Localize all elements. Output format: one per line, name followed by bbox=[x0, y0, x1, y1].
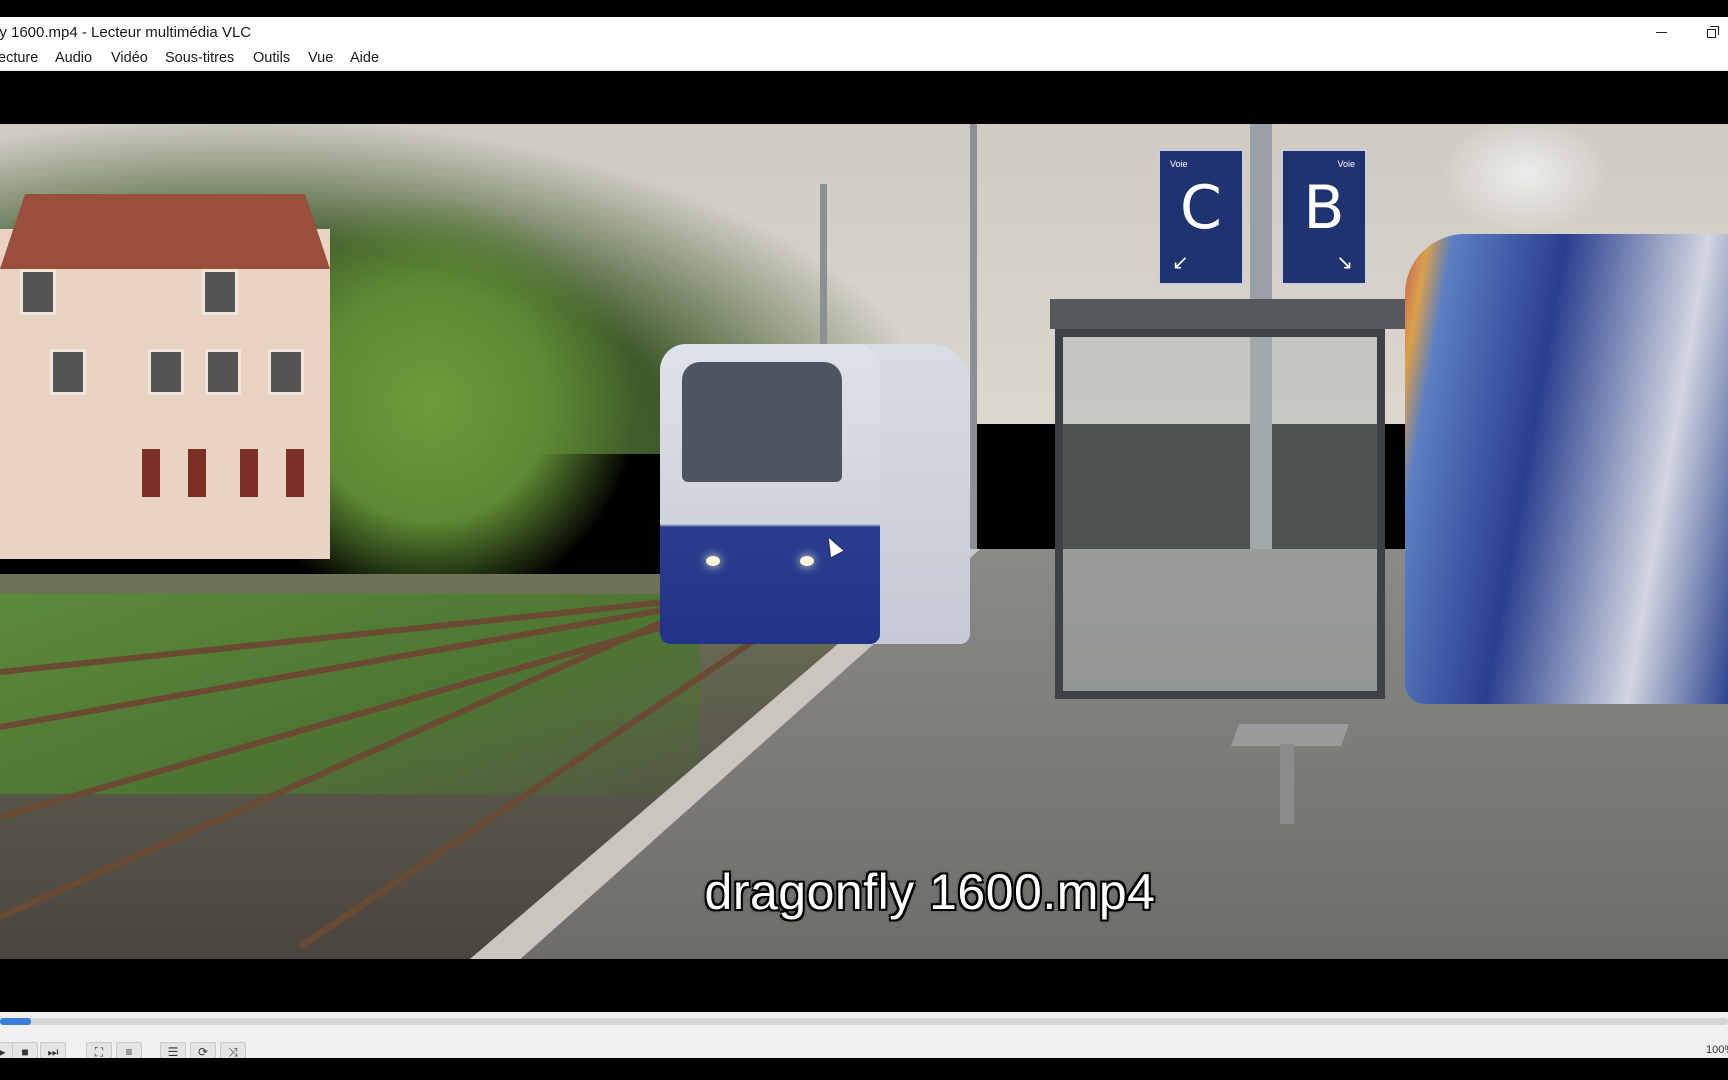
platform-sign-c: Voie C ↙ bbox=[1158, 149, 1244, 285]
shuffle-button[interactable]: ⤨ bbox=[220, 1042, 246, 1058]
arrow-down-left-icon: ↙ bbox=[1172, 252, 1189, 274]
loop-icon: ⟳ bbox=[197, 1045, 209, 1058]
video-area[interactable]: Voie C ↙ Voie B ↘ dragonfly 1600.mp4 bbox=[0, 71, 1728, 1012]
play-icon: ▶ bbox=[0, 1045, 6, 1058]
menu-view[interactable]: Vue bbox=[306, 50, 335, 66]
title-bar: ly 1600.mp4 - Lecteur multimédia VLC bbox=[0, 17, 1728, 47]
menu-subtitles[interactable]: Sous-titres bbox=[163, 50, 236, 66]
fullscreen-icon: ⛶ bbox=[94, 1045, 104, 1058]
bus-shelter bbox=[1055, 329, 1385, 699]
house bbox=[0, 229, 330, 559]
window-title: ly 1600.mp4 - Lecteur multimédia VLC bbox=[0, 24, 252, 41]
restore-button[interactable] bbox=[1690, 17, 1728, 47]
screen-top-edge bbox=[0, 0, 1728, 17]
menu-tools[interactable]: Outils bbox=[251, 50, 292, 66]
menu-lecture[interactable]: ecture bbox=[0, 50, 40, 66]
shuffle-icon: ⤨ bbox=[228, 1045, 238, 1058]
minimize-icon bbox=[1655, 31, 1667, 33]
fullscreen-button[interactable]: ⛶ bbox=[86, 1042, 112, 1058]
seek-progress bbox=[0, 1018, 32, 1025]
extended-settings-button[interactable]: ≡ bbox=[116, 1042, 142, 1058]
next-icon: ⏭ bbox=[47, 1045, 59, 1058]
stop-button[interactable]: ■ bbox=[12, 1042, 38, 1058]
stop-icon: ■ bbox=[21, 1045, 29, 1058]
minimize-button[interactable] bbox=[1638, 17, 1684, 47]
playlist-button[interactable]: ☰ bbox=[160, 1042, 186, 1058]
arrow-down-right-icon: ↘ bbox=[1336, 252, 1353, 274]
loop-button[interactable]: ⟳ bbox=[190, 1042, 216, 1058]
menu-help[interactable]: Aide bbox=[348, 50, 381, 66]
regional-train bbox=[1405, 234, 1728, 704]
seek-slider[interactable] bbox=[0, 1018, 1728, 1025]
video-title-overlay: dragonfly 1600.mp4 bbox=[704, 864, 1156, 920]
restore-icon bbox=[1707, 26, 1719, 38]
platform-sign-b: Voie B ↘ bbox=[1281, 149, 1367, 285]
extended-settings-icon: ≡ bbox=[125, 1045, 133, 1058]
volume-level: 100% bbox=[1706, 1044, 1728, 1056]
menu-audio[interactable]: Audio bbox=[53, 50, 94, 66]
video-frame: Voie C ↙ Voie B ↘ bbox=[0, 124, 1728, 959]
playlist-icon: ☰ bbox=[167, 1045, 179, 1058]
menu-video[interactable]: Vidéo bbox=[109, 50, 150, 66]
control-bar: ▶ ■ ⏭ ⛶ ≡ ☰ ⟳ ⤨ 100% bbox=[0, 1032, 1728, 1058]
menu-bar: ecture Audio Vidéo Sous-titres Outils Vu… bbox=[0, 47, 1728, 71]
next-button[interactable]: ⏭ bbox=[40, 1042, 66, 1058]
screen-bottom-edge bbox=[0, 1058, 1728, 1080]
seek-bar-row bbox=[0, 1012, 1728, 1032]
